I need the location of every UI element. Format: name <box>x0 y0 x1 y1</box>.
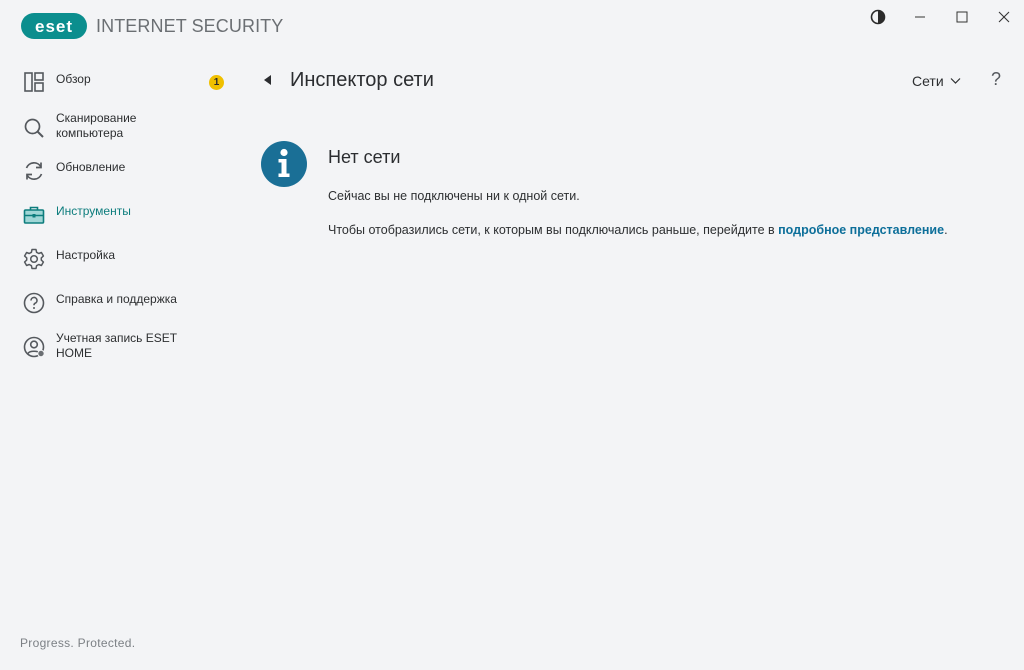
sidebar-item-eset-home-account[interactable]: Учетная запись ESET HOME <box>0 326 240 370</box>
message-line-2-text: Чтобы отобразились сети, к которым вы по… <box>328 223 779 237</box>
logo-text-graphic: eset <box>35 17 73 36</box>
message-line-2: Чтобы отобразились сети, к которым вы по… <box>328 223 948 237</box>
eset-logo: eset <box>21 13 87 39</box>
logo-badge: eset <box>21 13 87 39</box>
maximize-button[interactable] <box>941 0 982 34</box>
sidebar-item-label: Инструменты <box>56 204 131 218</box>
message-line-1: Сейчас вы не подключены ни к одной сети. <box>328 189 580 203</box>
svg-text:eset: eset <box>35 17 73 36</box>
networks-dropdown-label: Сети <box>912 73 944 89</box>
networks-dropdown[interactable]: Сети <box>912 72 961 90</box>
back-arrow-icon[interactable] <box>262 73 274 87</box>
overview-icon <box>24 72 44 92</box>
sidebar-item-tools[interactable]: Инструменты <box>0 197 240 237</box>
contrast-icon <box>870 9 885 25</box>
toolbox-icon <box>23 206 45 224</box>
theme-toggle-button[interactable] <box>857 0 898 34</box>
refresh-icon <box>25 162 43 180</box>
close-button[interactable] <box>983 0 1024 34</box>
sidebar-item-label: Настройка <box>56 248 116 262</box>
sidebar-item-label: Справка и поддержка <box>56 292 177 306</box>
search-icon <box>24 118 44 138</box>
close-icon <box>998 11 1009 23</box>
sidebar-item-overview[interactable]: Обзор 1 <box>0 60 240 100</box>
product-name: INTERNET SECURITY <box>96 16 284 36</box>
sidebar-item-update[interactable]: Обновление <box>0 153 240 193</box>
sidebar-item-setup[interactable]: Настройка <box>0 241 240 281</box>
page-title: Инспектор сети <box>290 69 434 91</box>
sidebar-item-help-support[interactable]: Справка и поддержка <box>0 285 240 325</box>
footer-tagline: Progress. Protected. <box>20 636 136 650</box>
sidebar-item-label: Сканирование компьютера <box>56 111 137 140</box>
window-controls <box>856 0 1024 34</box>
detailed-view-link[interactable]: подробное представление <box>778 223 944 237</box>
maximize-icon <box>956 11 967 23</box>
gear-icon <box>23 248 45 270</box>
sidebar-item-label: Учетная запись ESET HOME <box>56 331 177 360</box>
app-window: eset INTERNET SECURITY Обзор 1 Сканирова… <box>0 0 1024 670</box>
minimize-icon <box>914 16 925 18</box>
sidebar-item-label: Обновление <box>56 160 126 174</box>
help-button[interactable]: ? <box>988 69 1004 91</box>
message-title: Нет сети <box>328 147 401 167</box>
minimize-button[interactable] <box>899 0 940 34</box>
chevron-down-icon <box>950 78 961 84</box>
sidebar-item-computer-scan[interactable]: Сканирование компьютера <box>0 106 240 150</box>
account-icon <box>23 336 45 358</box>
message-line-2-suffix: . <box>944 223 948 237</box>
notification-badge: 1 <box>209 75 224 90</box>
help-circle-icon <box>23 292 45 314</box>
info-icon <box>261 141 307 187</box>
sidebar-item-label: Обзор <box>56 72 91 86</box>
